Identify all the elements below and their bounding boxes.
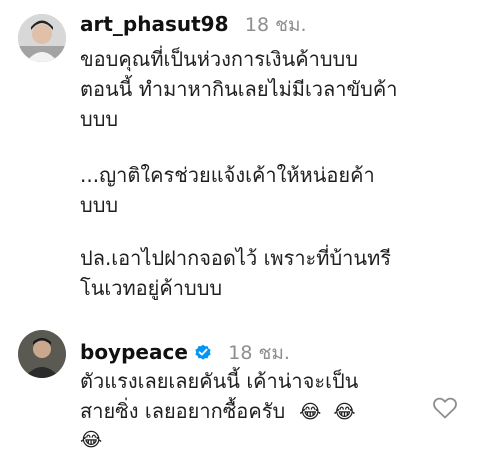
verified-badge-icon — [194, 340, 212, 360]
heart-icon — [433, 397, 457, 419]
comment-text-line: ตัวแรงเลยเลยคันนี้ เค้าน่าจะเป็น — [80, 369, 359, 393]
avatar-photo — [18, 14, 66, 62]
laughing-emoji: 😂 — [299, 401, 322, 423]
comment-text-line: 😂 — [80, 424, 102, 455]
comment-text-line: ขอบคุณที่เป็นห่วงการเงินค้าบบบ — [80, 47, 358, 71]
comment-text-line: บบบ — [80, 107, 119, 131]
comment-text-line: โนเวทอยู่ค้าบบบ — [80, 276, 223, 300]
comment-text-line: สายซิ่ง เลยอยากซื้อครับ 😂 😂 — [80, 396, 356, 427]
like-button[interactable] — [432, 396, 458, 420]
comment-timestamp[interactable]: 18 ชม. — [228, 342, 290, 364]
comment-text-line: ตอนนี้ ทำมาหากินเลยไม่มีเวลาขับค้า — [80, 77, 398, 101]
avatar[interactable] — [18, 14, 66, 62]
laughing-emoji: 😂 — [333, 401, 356, 423]
comment-username[interactable]: art_phasut98 — [80, 12, 229, 36]
comment-text-line: ...ญาติใครช่วยแจ้งเค้าให้หน่อยค้า — [80, 163, 375, 187]
laughing-emoji: 😂 — [80, 429, 103, 451]
comment-text-line: บบบ — [80, 193, 119, 217]
comment-timestamp[interactable]: 18 ชม. — [245, 14, 307, 36]
avatar-photo — [18, 330, 66, 378]
avatar[interactable] — [18, 330, 66, 378]
comment-text: สายซิ่ง เลยอยากซื้อครับ — [80, 399, 286, 423]
comment-username[interactable]: boypeace — [80, 340, 188, 364]
comment-text-line: ปล.เอาไปฝากจอดไว้ เพราะที่บ้านทรี — [80, 246, 392, 270]
